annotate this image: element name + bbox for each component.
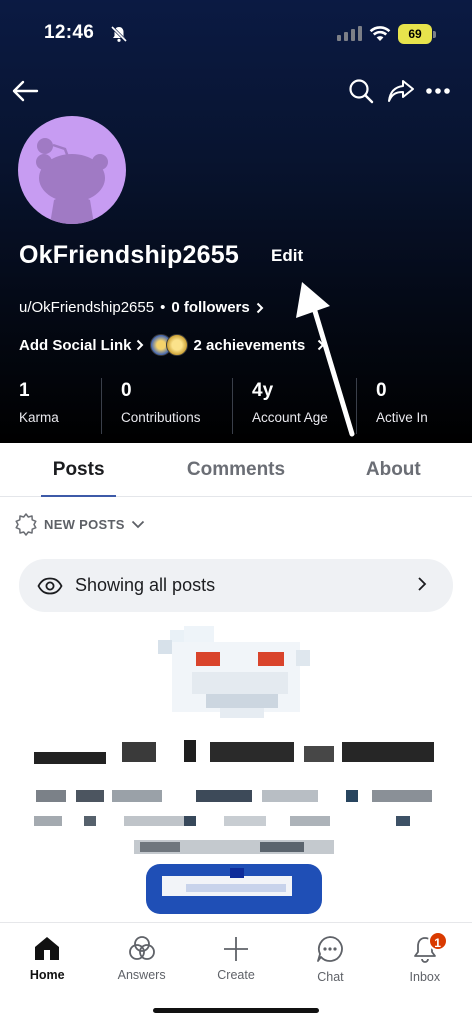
achievement-badges <box>149 334 188 356</box>
battery-tip <box>433 31 436 38</box>
nav-label: Home <box>29 968 65 982</box>
nav-home[interactable]: Home <box>0 923 94 1024</box>
stat-active-in: 0 Active In <box>357 378 472 434</box>
eye-icon <box>37 577 63 594</box>
tab-about[interactable]: About <box>315 443 472 496</box>
profile-handle-row: u/OkFriendship2655 • 0 followers <box>19 299 264 316</box>
stat-contributions: 0 Contributions <box>102 378 233 434</box>
stat-label: Account Age <box>252 410 328 425</box>
nav-label: Create <box>217 968 255 982</box>
social-row: Add Social Link 2 achievements <box>19 334 325 356</box>
back-arrow-icon <box>12 80 39 102</box>
post-visibility-filter[interactable]: Showing all posts <box>19 559 453 612</box>
chevron-right-icon <box>256 302 264 313</box>
search-icon <box>349 79 374 104</box>
top-nav <box>0 70 472 114</box>
home-icon <box>35 937 60 960</box>
nav-inbox[interactable]: 1 Inbox <box>378 923 472 1024</box>
followers-link[interactable]: 0 followers <box>171 299 249 316</box>
nav-label: Answers <box>117 968 166 982</box>
stat-karma: 1 Karma <box>0 378 102 434</box>
snoo-avatar-icon <box>36 138 108 224</box>
filter-label: Showing all posts <box>75 575 216 595</box>
more-options-button[interactable] <box>421 74 455 108</box>
profile-handle: u/OkFriendship2655 <box>19 299 155 316</box>
search-button[interactable] <box>344 74 378 108</box>
share-button[interactable] <box>384 74 418 108</box>
edit-profile-button[interactable]: Edit <box>271 246 303 266</box>
status-bar: 12:46 69 <box>0 0 472 70</box>
inbox-badge: 1 <box>427 931 448 951</box>
chat-icon <box>317 936 344 962</box>
chevron-right-icon <box>418 577 427 591</box>
share-icon <box>388 80 414 102</box>
empty-state <box>0 584 472 922</box>
chevron-down-icon <box>131 520 144 528</box>
pixelated-empty-state-image <box>32 584 442 914</box>
stat-label: Karma <box>19 410 59 425</box>
stat-label: Contributions <box>121 410 201 425</box>
chevron-right-icon <box>318 339 325 351</box>
back-button[interactable] <box>8 74 42 108</box>
stat-account-age: 4y Account Age <box>233 378 357 434</box>
achievement-badge-icon <box>165 334 188 356</box>
nav-label: Chat <box>317 970 344 984</box>
profile-header: 12:46 69 OkFriendship2655 Edit u/OkFrien… <box>0 0 472 443</box>
plus-icon <box>224 937 249 961</box>
chevron-right-icon <box>136 339 143 351</box>
profile-tabs: Posts Comments About <box>0 443 472 497</box>
stat-value: 0 <box>376 380 387 401</box>
silent-mode-icon <box>110 25 128 43</box>
tab-comments[interactable]: Comments <box>157 443 314 496</box>
answers-icon <box>128 936 155 960</box>
more-icon <box>426 88 450 94</box>
battery-indicator: 69 <box>398 24 432 44</box>
avatar[interactable] <box>18 116 126 224</box>
nav-label: Inbox <box>409 970 441 984</box>
cellular-signal-icon <box>337 26 362 41</box>
add-social-link-button[interactable]: Add Social Link <box>19 337 132 354</box>
tab-posts[interactable]: Posts <box>0 443 157 497</box>
stat-value: 1 <box>19 380 30 401</box>
status-time: 12:46 <box>44 22 95 43</box>
stat-value: 0 <box>121 380 132 401</box>
profile-username: OkFriendship2655 <box>19 241 239 269</box>
separator-dot: • <box>160 299 166 316</box>
wifi-icon <box>369 26 391 41</box>
achievements-link[interactable]: 2 achievements <box>194 337 306 354</box>
new-sort-icon <box>15 513 37 536</box>
home-indicator <box>153 1008 319 1013</box>
sort-label: NEW POSTS <box>44 516 125 532</box>
stat-value: 4y <box>252 380 274 401</box>
profile-stats: 1 Karma 0 Contributions 4y Account Age 0… <box>0 378 472 434</box>
sort-dropdown[interactable]: NEW POSTS <box>14 512 145 536</box>
stat-label: Active In <box>376 410 428 425</box>
